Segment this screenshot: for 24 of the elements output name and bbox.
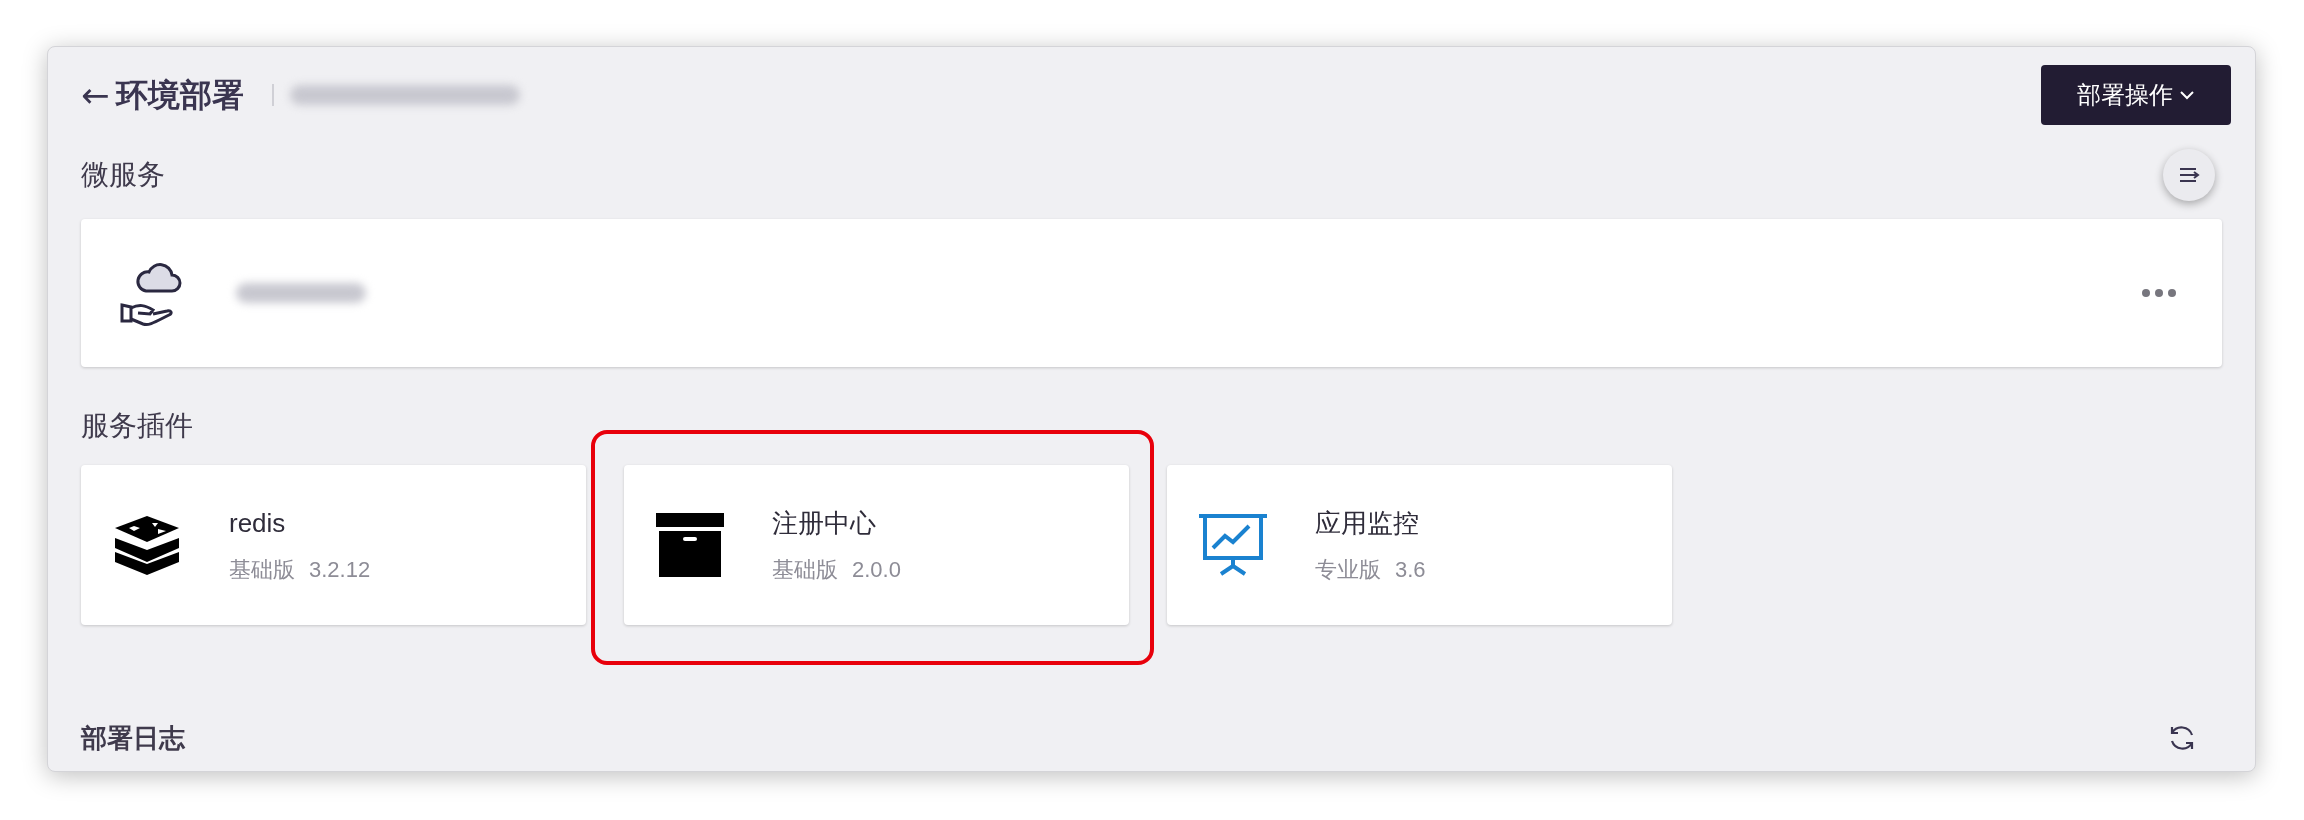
plugin-name: redis bbox=[229, 507, 287, 540]
plugin-edition: 专业版 bbox=[1315, 556, 1381, 584]
plugin-edition: 基础版 bbox=[772, 556, 838, 584]
plugin-version: 2.0.0 bbox=[852, 556, 901, 584]
more-icon[interactable] bbox=[2141, 288, 2177, 298]
plugin-version: 3.2.12 bbox=[309, 556, 371, 584]
section-title: 服务插件 bbox=[81, 409, 194, 443]
archive-box-icon bbox=[656, 513, 724, 577]
sort-icon[interactable] bbox=[2163, 149, 2215, 201]
section-title: 部署日志 bbox=[81, 721, 185, 755]
plugin-version: 3.6 bbox=[1395, 556, 1426, 584]
plugin-card[interactable]: redis 基础版 3.2.12 bbox=[81, 465, 586, 625]
section-title: 微服务 bbox=[81, 158, 165, 192]
stacked-layers-icon bbox=[112, 514, 182, 576]
plugin-name: 应用监控 bbox=[1315, 507, 1420, 540]
deploy-actions-button[interactable]: 部署操作 bbox=[2041, 65, 2231, 125]
plugin-card[interactable]: 应用监控 专业版 3.6 bbox=[1167, 465, 1672, 625]
back-arrow-icon[interactable]: ← bbox=[81, 69, 110, 121]
page-title: 环境部署 bbox=[115, 76, 244, 115]
presentation-chart-icon bbox=[1197, 512, 1269, 578]
plugin-name: 注册中心 bbox=[772, 507, 877, 540]
plugin-edition: 基础版 bbox=[229, 556, 295, 584]
plugin-card[interactable]: 注册中心 基础版 2.0.0 bbox=[624, 465, 1129, 625]
caret-icon bbox=[2179, 90, 2195, 100]
